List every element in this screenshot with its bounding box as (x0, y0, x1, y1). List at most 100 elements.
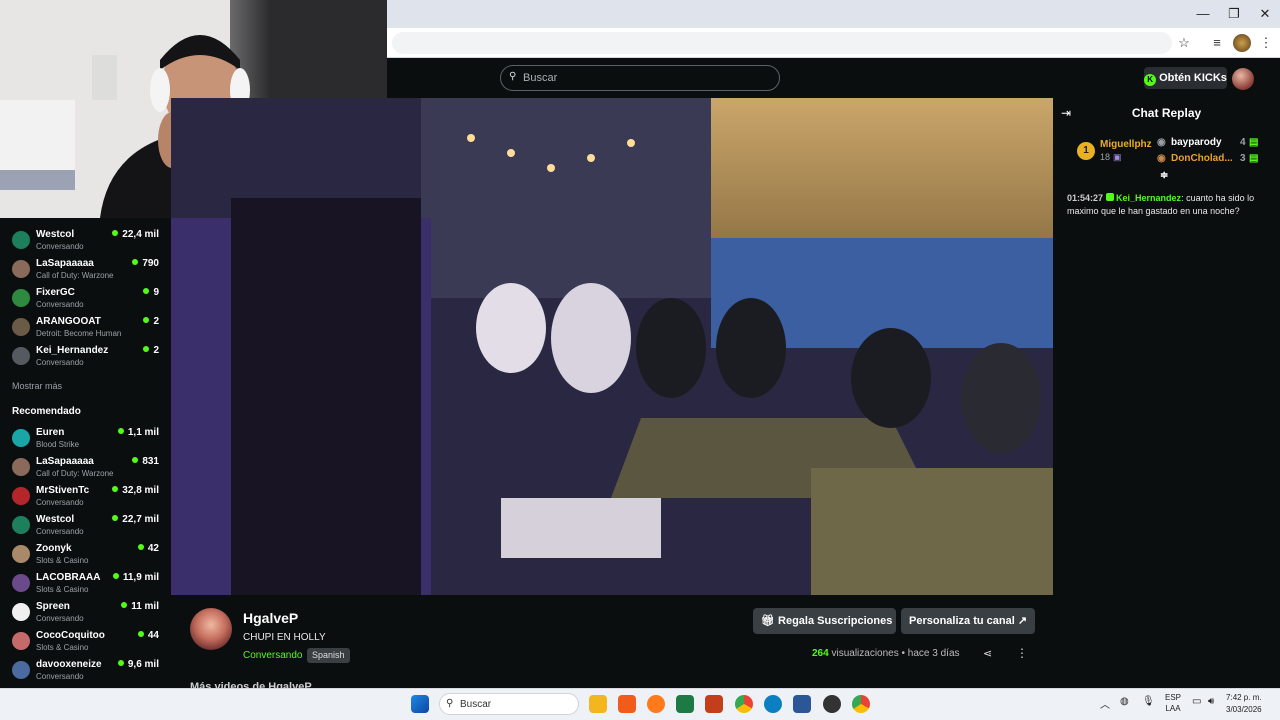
close-window-button[interactable]: ✕ (1250, 4, 1280, 24)
channel-name: LaSapaaaaa (36, 258, 94, 269)
user-avatar[interactable] (1232, 68, 1254, 90)
minimize-button[interactable]: — (1188, 4, 1218, 24)
menu-icon[interactable]: ⋮ (1257, 34, 1275, 52)
search-input[interactable]: ⚲ Buscar (500, 65, 780, 91)
sidebar-item-arangooat[interactable]: ARANGOOAT Detroit: Become Human 2 (0, 313, 171, 341)
get-kicks-button[interactable]: K Obtén KICKs (1144, 67, 1227, 89)
customize-channel-button[interactable]: Personaliza tu canal ↗ (901, 608, 1035, 634)
taskbar-search[interactable]: ⚲ Buscar (439, 693, 579, 715)
profile-icon[interactable] (1233, 34, 1251, 52)
more-options-icon[interactable]: ⋮ (1016, 646, 1028, 660)
channel-name: Zoonyk (36, 543, 72, 554)
avatar (12, 603, 30, 621)
chrome-icon[interactable] (735, 695, 753, 713)
channel-category: Detroit: Become Human (36, 329, 122, 338)
chrome-profile-icon[interactable] (852, 695, 870, 713)
firefox-icon[interactable] (647, 695, 665, 713)
stream-title: CHUPI EN HOLLY (243, 632, 326, 643)
channel-avatar[interactable] (190, 608, 232, 650)
viewer-count: 22,7 mil (112, 514, 159, 525)
avatar (12, 632, 30, 650)
avatar (12, 429, 30, 447)
microphone-icon[interactable]: 🎙︎ (1142, 696, 1155, 707)
get-kicks-label: Obtén KICKs (1159, 72, 1227, 84)
address-bar[interactable] (392, 32, 1172, 54)
sidebar-item-fixergc[interactable]: FixerGC Conversando 9 (0, 284, 171, 312)
viewer-count: 9 (143, 287, 159, 298)
gift-subscriptions-button[interactable]: 🎁︎ Regala Suscripciones (753, 608, 896, 634)
view-stats: 264 visualizaciones • hace 3 días (812, 648, 960, 659)
sidebar-item-lasapaaaaa[interactable]: LaSapaaaaa Call of Duty: Warzone 831 (0, 453, 171, 481)
sidebar-item-westcol[interactable]: Westcol Conversando 22,4 mil (0, 226, 171, 254)
channel-name: Euren (36, 427, 65, 438)
gift-icon: ▣ (1113, 152, 1122, 162)
sidebar: Westcol Conversando 22,4 mil LaSapaaaaa … (0, 218, 171, 688)
tray-app-icon[interactable]: ◍ (1120, 696, 1129, 707)
viewer-count: 11 mil (121, 601, 159, 612)
leaderboard-top-name[interactable]: Miguellphz (1100, 139, 1152, 150)
windows-start-icon[interactable] (411, 695, 429, 713)
powerpoint-icon[interactable] (705, 695, 723, 713)
sidebar-item-mrstiventc[interactable]: MrStivenTc Conversando 32,8 mil (0, 482, 171, 510)
channel-name[interactable]: HgalveP (243, 610, 298, 626)
live-dot-icon (117, 428, 124, 434)
stream-category[interactable]: Conversando (243, 650, 302, 661)
channel-category: Conversando (36, 672, 84, 681)
share-icon[interactable]: ⋖ (983, 647, 992, 660)
volume-icon[interactable]: 🔊︎ (1208, 696, 1214, 707)
sidebar-item-spreen[interactable]: Spreen Conversando 11 mil (0, 598, 171, 626)
taskbar (0, 688, 1280, 720)
maximize-button[interactable]: ❐ (1219, 4, 1249, 24)
channel-category: Call of Duty: Warzone (36, 271, 114, 280)
sidebar-item-euren[interactable]: Euren Blood Strike 1,1 mil (0, 424, 171, 452)
sidebar-item-westcol[interactable]: Westcol Conversando 22,7 mil (0, 511, 171, 539)
channel-category: Conversando (36, 242, 84, 251)
avatar (12, 231, 30, 249)
subscriber-badge-icon (1106, 193, 1115, 201)
show-more-link[interactable]: Mostrar más (12, 381, 62, 391)
video-player[interactable] (171, 98, 1053, 595)
viewer-count: 42 (137, 543, 159, 554)
sidebar-item-davooxeneize[interactable]: davooxeneize Conversando 9,6 mil (0, 656, 171, 684)
network-icon[interactable]: ▭ (1192, 696, 1201, 707)
language-tag[interactable]: Spanish (307, 648, 350, 663)
language-indicator[interactable]: ESP LAA (1165, 692, 1181, 714)
channel-category: Conversando (36, 358, 84, 367)
file-explorer-icon[interactable] (589, 695, 607, 713)
recommended-heading: Recomendado (12, 406, 81, 417)
viewer-count: 44 (137, 630, 159, 641)
rank-badge: 1 (1077, 142, 1095, 160)
channel-category: Slots & Casino (36, 643, 89, 652)
expand-leaderboard-icon[interactable]: ≑ (1160, 170, 1168, 181)
leaderboard-name[interactable]: bayparody (1171, 137, 1222, 148)
sidebar-item-lasapaaaaa[interactable]: LaSapaaaaa Call of Duty: Warzone 790 (0, 255, 171, 283)
avatar (12, 516, 30, 534)
channel-category: Slots & Casino (36, 585, 89, 594)
leaderboard-count: 3 (1240, 153, 1246, 164)
live-dot-icon (112, 486, 119, 492)
excel-icon[interactable] (676, 695, 694, 713)
media-icon[interactable]: ≡ (1208, 34, 1226, 52)
channel-name: LACOBRAAA (36, 572, 101, 583)
brave-icon[interactable] (618, 695, 636, 713)
tray-chevron-icon[interactable]: ︿ (1100, 696, 1110, 711)
channel-category: Slots & Casino (36, 556, 89, 565)
taskbar-clock[interactable]: 7:42 p. m. 3/03/2026 (1226, 692, 1262, 716)
gift-icon: 🎁︎ (761, 615, 779, 627)
sidebar-item-lacobraaa[interactable]: LACOBRAAA Slots & Casino 11,9 mil (0, 569, 171, 597)
edge-icon[interactable] (764, 695, 782, 713)
gift-icon: ▤ (1249, 153, 1259, 164)
obs-icon[interactable] (823, 695, 841, 713)
word-icon[interactable] (793, 695, 811, 713)
sidebar-item-zoonyk[interactable]: Zoonyk Slots & Casino 42 (0, 540, 171, 568)
chat-username[interactable]: Kei_Hernandez (1116, 193, 1181, 203)
sidebar-item-kei-hernandez[interactable]: Kei_Hernandez Conversando 2 (0, 342, 171, 370)
live-dot-icon (132, 457, 139, 463)
viewer-count: 1,1 mil (117, 427, 159, 438)
sidebar-item-cococoquitoo[interactable]: CocoCoquitoo Slots & Casino 44 (0, 627, 171, 655)
leaderboard-top-count: 18 (1100, 152, 1111, 162)
search-placeholder: Buscar (523, 72, 558, 84)
leaderboard-name[interactable]: DonCholad... (1171, 153, 1233, 164)
star-icon[interactable]: ☆ (1175, 34, 1193, 52)
gift-icon: ▤ (1249, 137, 1259, 148)
